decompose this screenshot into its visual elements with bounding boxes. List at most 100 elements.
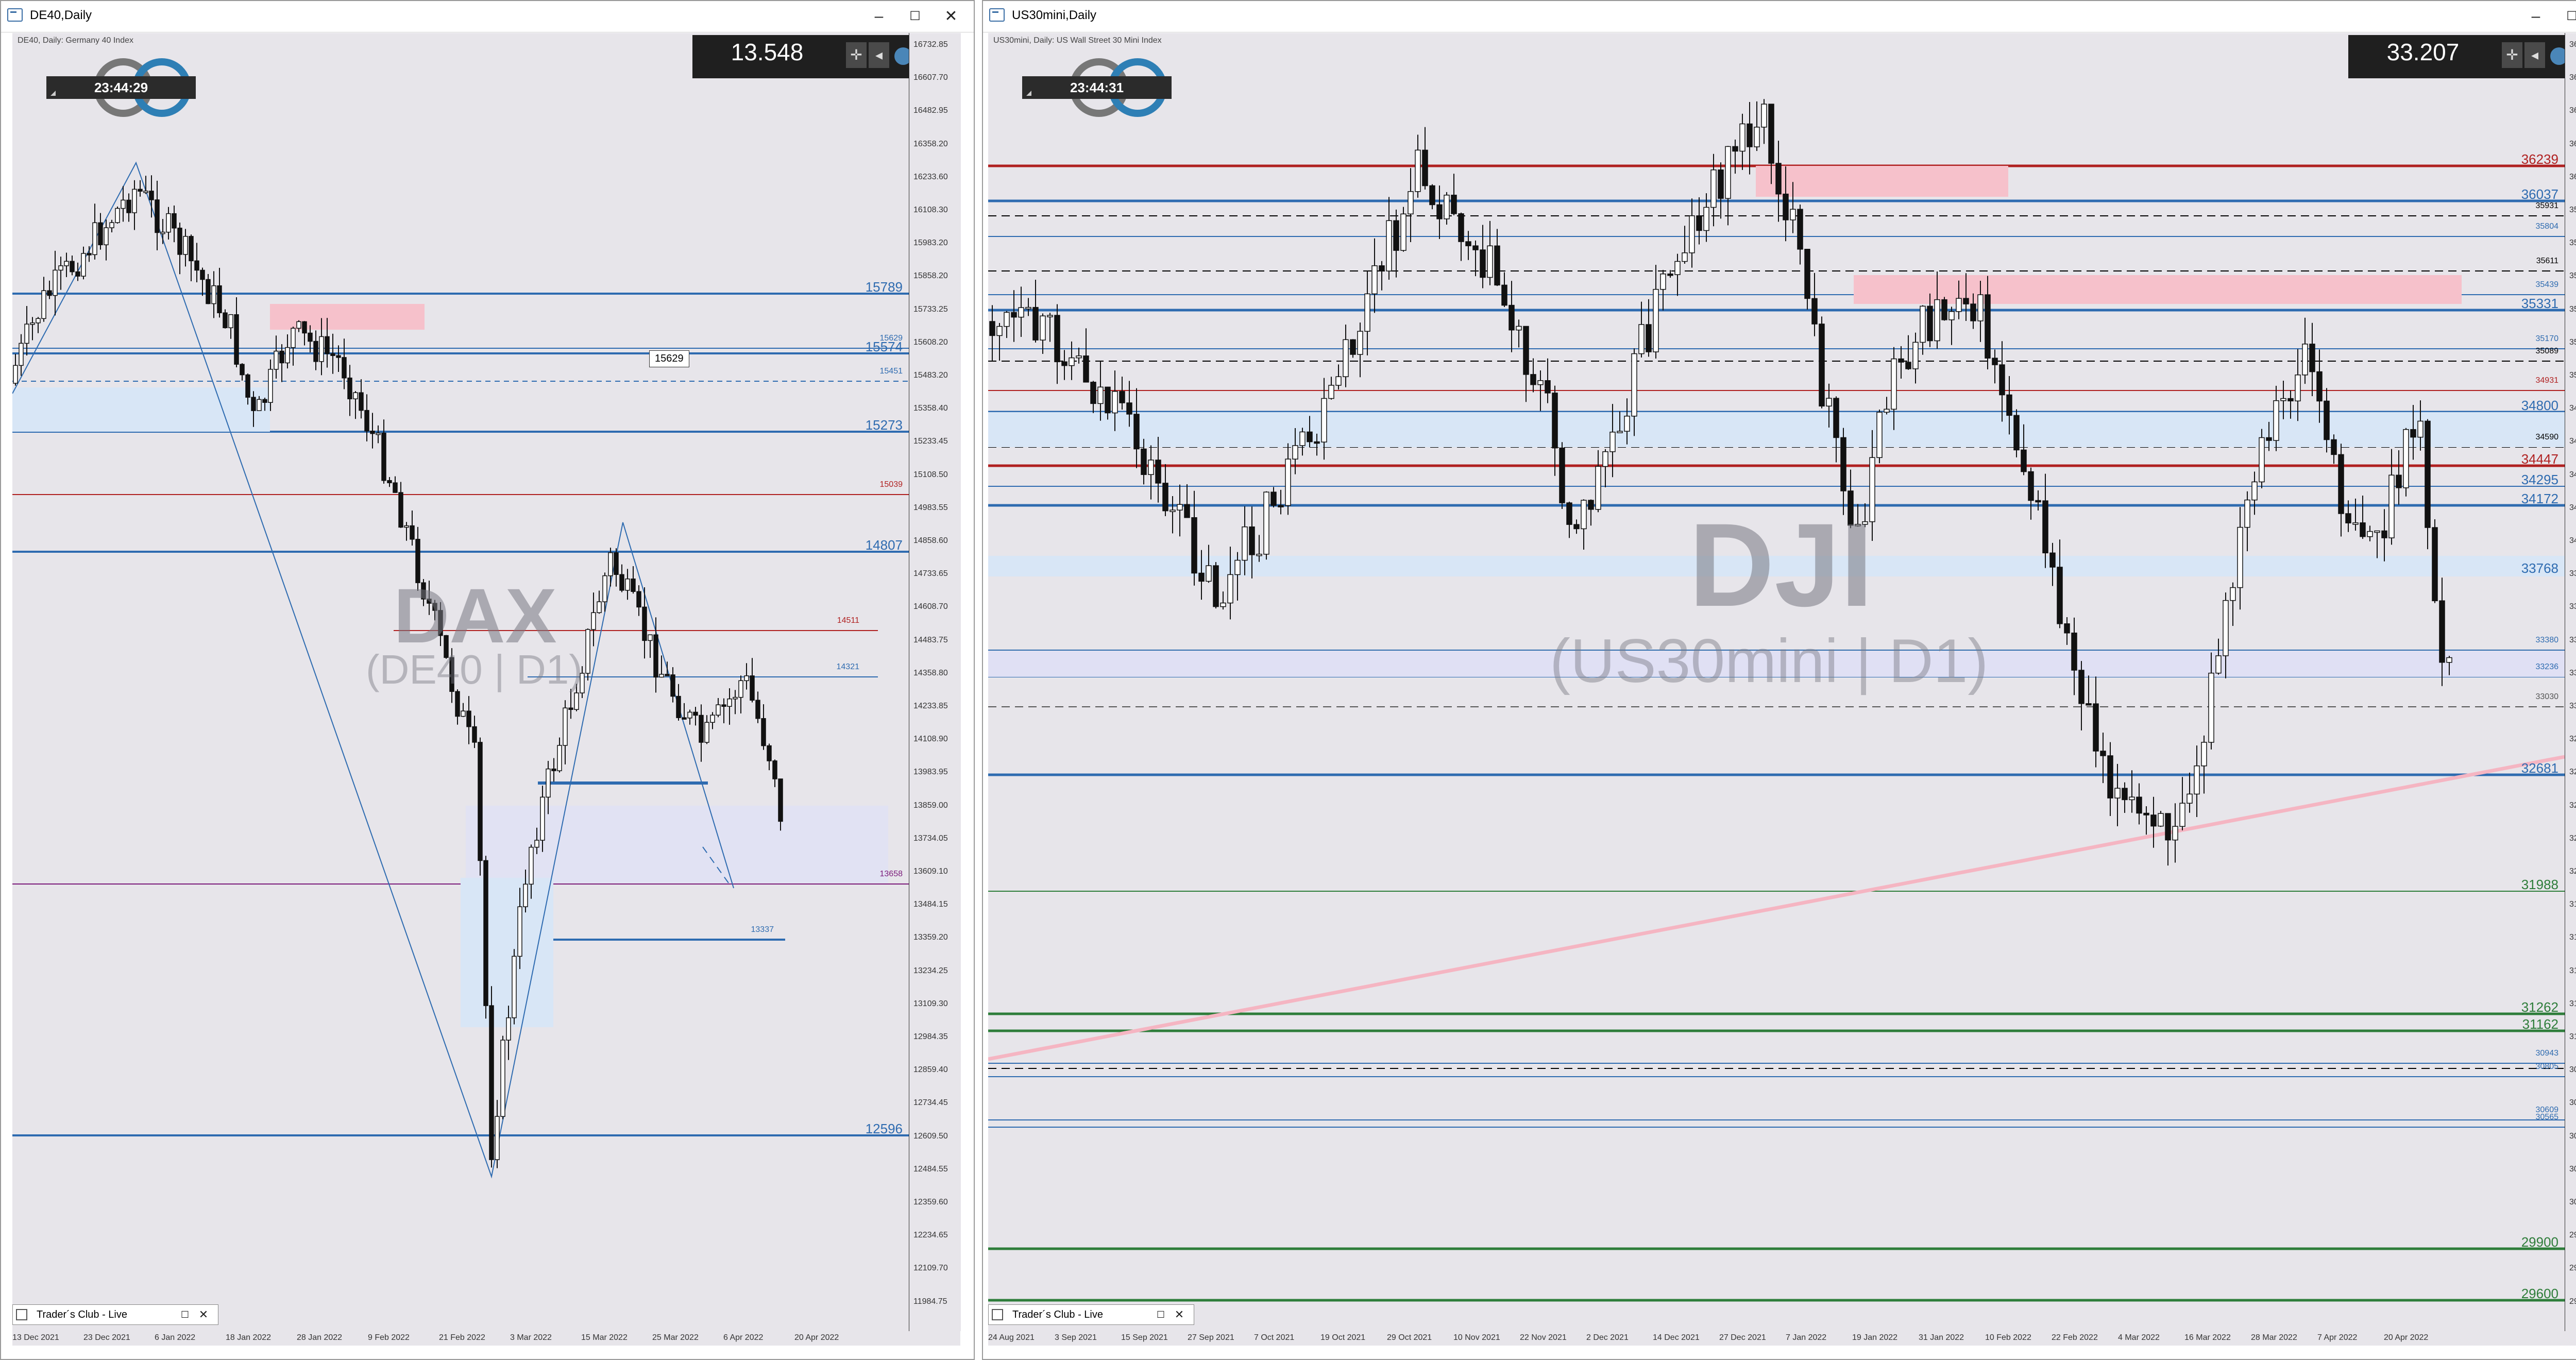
candle-body bbox=[268, 369, 273, 403]
candle-body bbox=[1573, 524, 1580, 530]
candle-body bbox=[1436, 204, 1443, 219]
candle-body bbox=[540, 796, 545, 841]
price-tick: 36751.00 bbox=[2569, 73, 2576, 82]
tab-label: Trader´s Club - Live bbox=[1012, 1309, 1103, 1320]
chart-tab[interactable]: Trader´s Club - Live ☐ ✕ bbox=[988, 1304, 1194, 1325]
candle-body bbox=[2266, 437, 2272, 441]
candle-body bbox=[563, 707, 568, 746]
maximize-button[interactable]: ☐ bbox=[901, 5, 929, 28]
price-tick: 35207.00 bbox=[2569, 337, 2576, 347]
candle-body bbox=[1537, 380, 1544, 385]
date-tick: 16 Mar 2022 bbox=[2184, 1333, 2231, 1342]
candle-body bbox=[1371, 265, 1378, 295]
candle-body bbox=[738, 680, 743, 698]
date-axis[interactable]: 13 Dec 2021 23 Dec 2021 6 Jan 2022 18 Jan 2… bbox=[12, 1331, 960, 1346]
candle-body bbox=[2259, 437, 2265, 483]
date-tick: 2 Dec 2021 bbox=[1586, 1333, 1629, 1342]
candle-body bbox=[1595, 466, 1601, 510]
candle-body bbox=[1429, 185, 1435, 206]
candle-body bbox=[1162, 483, 1168, 512]
price-tick: 36944.00 bbox=[2569, 40, 2576, 49]
chart-area[interactable]: DE40, Daily: Germany 40 Index 23:44:29 1… bbox=[12, 33, 909, 1331]
candle-body bbox=[1270, 491, 1277, 506]
candle-body bbox=[665, 674, 670, 676]
price-tick: 15983.20 bbox=[913, 239, 948, 248]
price-tick: 13609.10 bbox=[913, 867, 948, 876]
candle-body bbox=[115, 208, 120, 223]
date-axis[interactable]: 24 Aug 2021 3 Sep 2021 15 Sep 2021 27 Sep 2… bbox=[988, 1331, 2576, 1346]
candle-body bbox=[308, 332, 313, 342]
tab-close-button[interactable]: ✕ bbox=[1171, 1307, 1188, 1322]
price-tick: 12484.55 bbox=[913, 1164, 948, 1174]
price-tick: 14608.70 bbox=[913, 602, 948, 611]
us30-chart-window[interactable]: US30mini,Daily – ☐ ✕ US30mini, Daily: US… bbox=[982, 0, 2576, 1360]
date-tick: 9 Feb 2022 bbox=[368, 1333, 410, 1342]
tab-close-button[interactable]: ✕ bbox=[195, 1307, 212, 1322]
candle-body bbox=[704, 722, 709, 743]
level-label-35331: 35331 bbox=[2521, 296, 2558, 311]
close-button[interactable]: ✕ bbox=[937, 5, 965, 28]
candle-body bbox=[1097, 386, 1104, 404]
date-tick: 10 Feb 2022 bbox=[1985, 1333, 2031, 1342]
candle-body bbox=[279, 350, 284, 364]
candle-body bbox=[87, 253, 92, 256]
candle-body bbox=[1912, 342, 1919, 369]
chart-tab[interactable]: Trader´s Club - Live ☐ ✕ bbox=[12, 1304, 218, 1325]
candle-body bbox=[1040, 315, 1046, 341]
title-bar[interactable]: US30mini,Daily – ☐ ✕ bbox=[983, 1, 2576, 32]
chart-area[interactable]: US30mini, Daily: US Wall Street 30 Mini … bbox=[988, 33, 2565, 1331]
level-label-33768: 33768 bbox=[2521, 560, 2558, 576]
price-tick: 32505.00 bbox=[2569, 801, 2576, 810]
level-label-33236: 33236 bbox=[2535, 662, 2559, 671]
level-label-30943: 30943 bbox=[2535, 1049, 2559, 1058]
collapse-left-icon[interactable]: ◂ bbox=[2524, 42, 2545, 68]
candle-body bbox=[1941, 299, 1947, 320]
candle-body bbox=[166, 213, 171, 233]
price-tick: 12859.40 bbox=[913, 1065, 948, 1075]
price-tick: 32119.00 bbox=[2569, 867, 2576, 876]
date-tick: 18 Jan 2022 bbox=[226, 1333, 272, 1342]
candle-body bbox=[1948, 311, 1955, 320]
candle-body bbox=[1783, 193, 1789, 220]
crosshair-icon[interactable]: ✛ bbox=[846, 42, 867, 68]
candle-body bbox=[1393, 220, 1399, 251]
candle-body bbox=[1400, 213, 1406, 251]
server-clock: 23:44:29 bbox=[46, 76, 196, 99]
candle-body bbox=[30, 322, 35, 325]
candle-body bbox=[155, 199, 160, 233]
candle-body bbox=[81, 253, 86, 277]
candle-body bbox=[172, 213, 177, 229]
title-bar[interactable]: DE40,Daily – ☐ ✕ bbox=[1, 1, 974, 32]
de40-chart-window[interactable]: DE40,Daily – ☐ ✕ DE40, Daily: Germany 40… bbox=[0, 0, 975, 1360]
minimize-button[interactable]: – bbox=[865, 5, 893, 28]
price-tick: 14108.90 bbox=[913, 735, 948, 744]
crosshair-icon[interactable]: ✛ bbox=[2502, 42, 2522, 68]
candle-body bbox=[478, 742, 483, 861]
collapse-left-icon[interactable]: ◂ bbox=[869, 42, 889, 68]
candle-body bbox=[285, 347, 290, 364]
candle-body bbox=[1105, 386, 1111, 414]
candle-body bbox=[24, 324, 29, 344]
price-axis[interactable]: 16732.85 16607.70 16482.95 16358.20 16233.60… bbox=[909, 33, 961, 1331]
price-tick: 33470.00 bbox=[2569, 635, 2576, 644]
maximize-button[interactable]: ☐ bbox=[2557, 5, 2576, 28]
candle-body bbox=[53, 269, 58, 296]
minimize-button[interactable]: – bbox=[2521, 5, 2550, 28]
price-tick: 36172.00 bbox=[2569, 172, 2576, 181]
date-tick: 29 Oct 2021 bbox=[1387, 1333, 1432, 1342]
price-axis[interactable]: 36944.00 36751.00 36558.00 36365.00 36172.00… bbox=[2565, 33, 2576, 1331]
candle-body bbox=[325, 336, 330, 354]
candle-body bbox=[240, 364, 245, 376]
candle-body bbox=[149, 191, 154, 200]
candle-body bbox=[1047, 315, 1053, 317]
tab-restore-button[interactable]: ☐ bbox=[1153, 1307, 1169, 1322]
price-tick: 12109.70 bbox=[913, 1264, 948, 1273]
server-clock: 23:44:31 bbox=[1022, 76, 1172, 99]
candle-body bbox=[1472, 245, 1479, 250]
candle-body bbox=[189, 236, 194, 262]
candle-body bbox=[398, 492, 403, 528]
candle-body bbox=[1710, 169, 1717, 208]
level-label-36239: 36239 bbox=[2521, 151, 2558, 167]
tab-restore-button[interactable]: ☐ bbox=[177, 1307, 193, 1322]
date-tick: 24 Aug 2021 bbox=[988, 1333, 1035, 1342]
